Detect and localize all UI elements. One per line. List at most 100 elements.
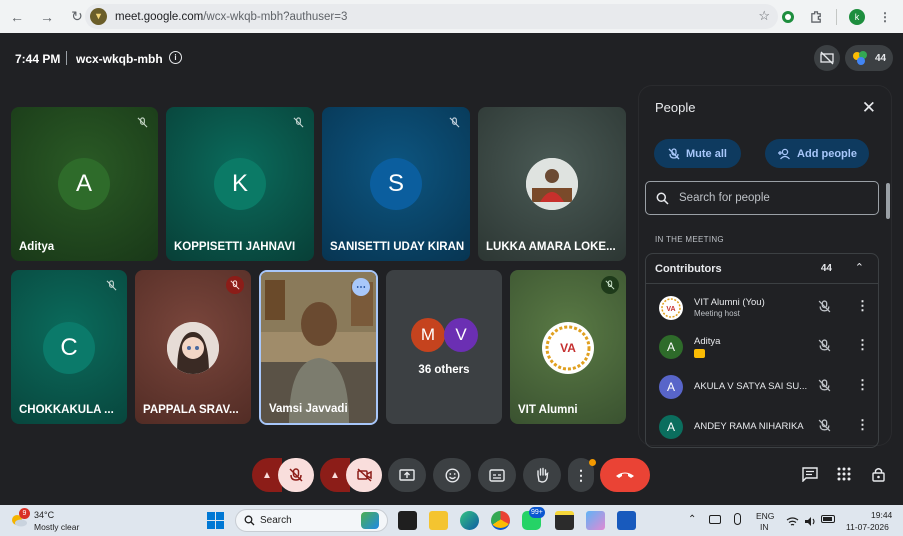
sticky-notes-icon[interactable]	[555, 511, 574, 530]
search-icon	[656, 192, 669, 205]
participant-tile[interactable]: A Aditya	[11, 107, 158, 261]
bookmark-star-icon[interactable]: ☆	[758, 8, 770, 24]
show-hidden-icons-chevron[interactable]: ⌃	[688, 514, 696, 525]
snipping-tool-icon[interactable]	[586, 511, 605, 530]
mute-all-button[interactable]: Mute all	[654, 139, 741, 168]
volume-icon[interactable]	[804, 514, 816, 532]
camera-off-icon	[356, 468, 372, 482]
battery-icon[interactable]	[821, 515, 835, 523]
chevron-up-icon[interactable]: ⌃	[855, 261, 864, 274]
add-people-label: Add people	[797, 147, 857, 160]
participant-avatar: K	[214, 158, 266, 210]
mic-off-icon	[226, 276, 244, 294]
group-count: 44	[820, 263, 832, 274]
mic-off-icon[interactable]	[818, 339, 831, 357]
close-icon[interactable]: ✕	[862, 98, 876, 118]
task-view-icon[interactable]	[398, 511, 417, 530]
file-explorer-icon[interactable]	[429, 511, 448, 530]
extensions-puzzle-icon[interactable]	[808, 9, 824, 25]
participant-name: KOPPISETTI JAHNAVI	[174, 241, 296, 253]
contributors-header[interactable]: Contributors 44 ⌃	[646, 254, 878, 284]
address-bar[interactable]: meet.google.com/wcx-wkqb-mbh?authuser=3 …	[85, 4, 778, 29]
participant-row[interactable]: A ANDEY RAMA NIHARIKA ⋮	[646, 407, 878, 445]
profile-avatar[interactable]: k	[849, 8, 865, 25]
mic-off-icon[interactable]	[818, 419, 831, 437]
more-vert-icon[interactable]: ⋮	[856, 298, 869, 314]
chrome-icon[interactable]	[491, 511, 510, 530]
people-search-input[interactable]: Search for people	[645, 181, 879, 215]
participant-tile[interactable]: S SANISETTI UDAY KIRAN	[322, 107, 470, 261]
more-vert-icon[interactable]: ⋮	[856, 337, 869, 353]
tile-more-options-icon[interactable]: ⋯	[352, 278, 370, 296]
panel-title: People	[655, 100, 696, 115]
participant-row-avatar: A	[659, 375, 683, 399]
participant-row-name: Aditya	[694, 336, 721, 347]
more-vert-icon[interactable]: ⋮	[856, 377, 869, 393]
word-icon[interactable]	[617, 511, 636, 530]
hand-badge-icon	[694, 349, 705, 358]
camera-tray-icon[interactable]	[709, 515, 721, 524]
taskbar: 9 34°C Mostly clear Search 99+ ⌃ ENG IN …	[0, 505, 903, 536]
windows-start-icon[interactable]	[207, 512, 224, 529]
participant-row[interactable]: A Aditya ⋮	[646, 327, 878, 365]
edge-browser-icon[interactable]	[460, 511, 479, 530]
captions-button[interactable]	[478, 458, 516, 492]
camera-toggle-button[interactable]	[346, 458, 382, 492]
participants-count-button[interactable]: 44	[845, 45, 893, 71]
group-title: Contributors	[655, 263, 722, 275]
weather-icon[interactable]: 9	[10, 508, 30, 529]
microphone-toggle-button[interactable]	[278, 458, 314, 492]
panel-scrollbar[interactable]	[886, 183, 890, 219]
more-options-button[interactable]: ⋮	[568, 458, 596, 492]
participant-tile[interactable]: K KOPPISETTI JAHNAVI	[166, 107, 314, 261]
site-info-icon[interactable]	[90, 8, 107, 25]
participant-avatar: A	[58, 158, 110, 210]
reactions-button[interactable]	[433, 458, 471, 492]
extension-green-icon[interactable]	[780, 9, 796, 25]
emoji-icon	[444, 467, 460, 483]
participant-tile[interactable]: VA VIT Alumni	[510, 270, 626, 424]
clock-time[interactable]: 19:44	[871, 510, 892, 520]
host-controls-lock-icon[interactable]	[871, 466, 886, 487]
section-label: IN THE MEETING	[655, 235, 724, 244]
participant-row[interactable]: VA VIT Alumni (You) Meeting host ⋮	[646, 288, 878, 326]
info-icon[interactable]: i	[169, 51, 182, 64]
participant-avatar: C	[43, 322, 95, 374]
mic-tray-icon[interactable]	[734, 513, 741, 525]
self-video-tile[interactable]: ⋯ Vamsi Javvadi	[259, 270, 378, 425]
clock-date[interactable]: 11-07-2026	[846, 522, 889, 532]
back-icon[interactable]: ←	[6, 6, 28, 28]
others-count: 36 others	[418, 364, 470, 376]
whatsapp-icon[interactable]: 99+	[522, 507, 545, 530]
people-panel: People ✕ Mute all Add people Search for …	[638, 85, 892, 448]
participant-name: SANISETTI UDAY KIRAN	[330, 241, 465, 253]
mic-off-icon	[289, 468, 303, 482]
others-tile[interactable]: M V 36 others	[386, 270, 502, 424]
browser-menu-icon[interactable]: ⋮	[877, 9, 893, 25]
header-divider	[66, 51, 67, 65]
raise-hand-button[interactable]	[523, 458, 561, 492]
more-vert-icon[interactable]: ⋮	[856, 417, 869, 433]
participant-row[interactable]: A AKULA V SATYA SAI SU... ⋮	[646, 367, 878, 405]
add-people-button[interactable]: Add people	[765, 139, 869, 168]
url-host: meet.google.com	[115, 10, 204, 23]
participant-name: VIT Alumni	[518, 404, 578, 416]
mic-off-icon[interactable]	[818, 300, 831, 318]
taskbar-search[interactable]: Search	[235, 509, 388, 532]
forward-icon[interactable]: →	[36, 6, 58, 28]
present-screen-button[interactable]	[388, 458, 426, 492]
participant-tile[interactable]: C CHOKKAKULA ...	[11, 270, 127, 424]
chevron-up-icon: ▲	[262, 469, 272, 481]
mic-off-icon[interactable]	[818, 379, 831, 397]
participant-tile[interactable]: PAPPALA SRAV...	[135, 270, 251, 424]
chevron-up-icon: ▲	[330, 469, 340, 481]
meeting-code: wcx-wkqb-mbh	[76, 52, 163, 66]
hidden-self-view-button[interactable]	[814, 45, 840, 71]
vit-alumni-logo: VA	[542, 322, 594, 374]
wifi-icon[interactable]	[786, 514, 799, 532]
leave-call-button[interactable]	[600, 458, 650, 492]
chat-icon[interactable]	[802, 467, 818, 487]
activities-grid-icon[interactable]	[837, 467, 851, 486]
language-eng[interactable]: ENG	[756, 511, 774, 521]
participant-tile[interactable]: LUKKA AMARA LOKE...	[478, 107, 626, 261]
